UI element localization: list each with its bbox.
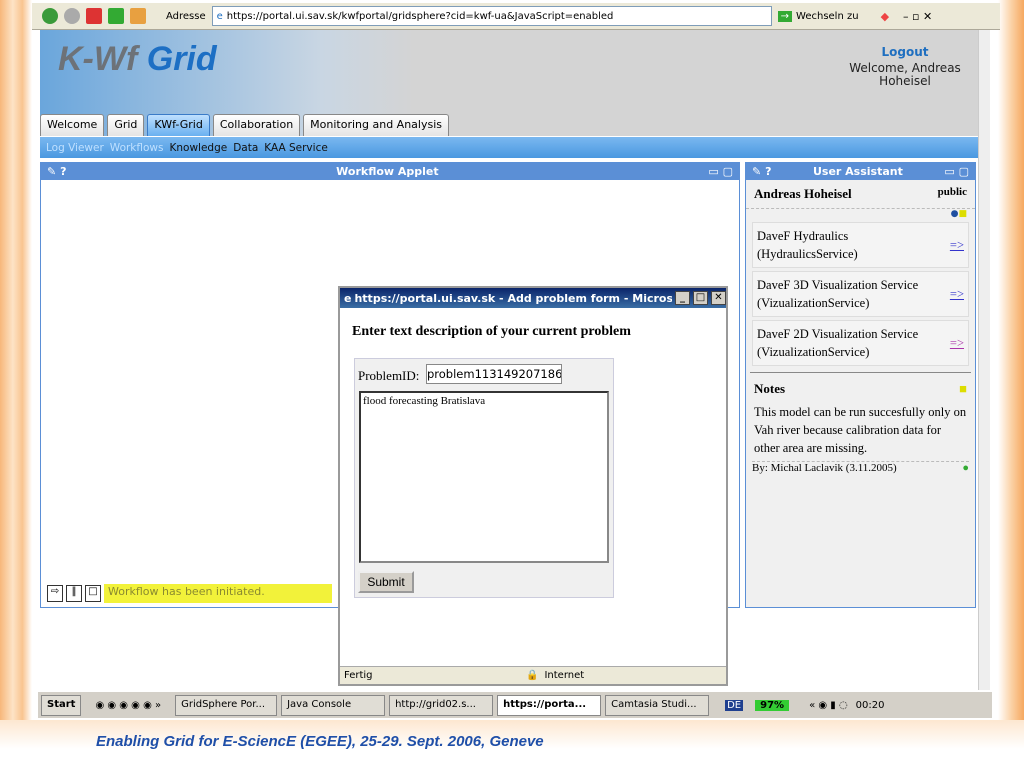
service-item[interactable]: DaveF Hydraulics (HydraulicsService) => bbox=[752, 222, 969, 268]
info-note-icons[interactable]: ●■ bbox=[746, 208, 975, 219]
portlet-title: Workflow Applet bbox=[336, 165, 439, 178]
close-button[interactable]: ✕ bbox=[711, 291, 726, 305]
portlet-title: User Assistant bbox=[812, 165, 903, 178]
service-link[interactable]: => bbox=[950, 236, 964, 254]
address-label: Adresse bbox=[166, 10, 206, 22]
nav-log-viewer[interactable]: Log Viewer bbox=[46, 142, 104, 154]
taskbar-item[interactable]: Java Console bbox=[281, 694, 386, 716]
start-button[interactable]: Start bbox=[41, 694, 82, 716]
problem-form: ProblemID: flood forecasting Bratislava … bbox=[354, 358, 614, 598]
notes-title: Notes bbox=[754, 381, 786, 396]
edit-icon[interactable]: ✎ bbox=[752, 165, 761, 178]
status-message: Workflow has been initiated. bbox=[104, 584, 332, 603]
user-name: Andreas Hoheisel bbox=[754, 186, 852, 201]
minimize-button[interactable]: _ bbox=[675, 291, 690, 305]
popup-title: https://portal.ui.sav.sk - Add problem f… bbox=[354, 291, 672, 305]
stop-icon[interactable]: □ bbox=[85, 585, 101, 602]
nav-kaa-service[interactable]: KAA Service bbox=[264, 142, 328, 154]
back-icon[interactable] bbox=[42, 8, 58, 24]
problem-id-input[interactable] bbox=[426, 364, 562, 384]
windows-logo-icon: ◆ bbox=[880, 9, 890, 23]
home-icon[interactable] bbox=[130, 8, 146, 24]
user-assistant-portlet: ✎ ? User Assistant ▭ ▢ Andreas Hoheisel pub… bbox=[745, 162, 976, 608]
ie-page-icon: e bbox=[216, 10, 223, 22]
play-icon[interactable]: ⇨ bbox=[47, 585, 63, 602]
notes-text: This model can be run succesfully only o… bbox=[754, 405, 967, 455]
service-link[interactable]: => bbox=[950, 285, 964, 303]
visibility: public bbox=[937, 186, 967, 198]
sub-nav: Log Viewer Workflows Knowledge Data KAA … bbox=[40, 137, 978, 158]
tab-welcome[interactable]: Welcome bbox=[40, 114, 105, 136]
url-text: https://portal.ui.sav.sk/kwfportal/grids… bbox=[226, 10, 614, 22]
tab-kwf-grid[interactable]: KWf-Grid bbox=[147, 114, 210, 136]
window-controls[interactable]: – ▫ ✕ bbox=[903, 10, 932, 23]
address-bar[interactable]: e https://portal.ui.sav.sk/kwfportal/grid… bbox=[211, 6, 772, 26]
kwf-grid-logo: K-Wf Grid bbox=[58, 40, 217, 78]
nav-data[interactable]: Data bbox=[233, 142, 258, 154]
popup-status-bar: Fertig 🔒 Internet bbox=[340, 666, 726, 684]
language-indicator[interactable]: DE bbox=[725, 699, 744, 711]
stop-icon[interactable] bbox=[86, 8, 102, 24]
note-icon[interactable]: ■ bbox=[959, 381, 967, 397]
tab-monitoring[interactable]: Monitoring and Analysis bbox=[303, 114, 450, 136]
status-text: Fertig bbox=[344, 670, 373, 681]
arrow-right-icon: → bbox=[777, 10, 793, 22]
forward-icon[interactable] bbox=[64, 8, 80, 24]
go-button[interactable]: → Wechseln zu bbox=[777, 10, 859, 22]
taskbar-item[interactable]: http://grid02.s... bbox=[389, 694, 494, 716]
service-item[interactable]: DaveF 2D Visualization Service (Vizualiz… bbox=[752, 320, 969, 366]
user-box: Logout Welcome, Andreas Hoheisel bbox=[840, 46, 970, 88]
pause-icon[interactable]: ‖ bbox=[66, 585, 82, 602]
page-scrollbar[interactable] bbox=[978, 30, 990, 690]
browser-toolbar: Adresse e https://portal.ui.sav.sk/kwfpor… bbox=[32, 3, 1000, 30]
refresh-icon[interactable] bbox=[108, 8, 124, 24]
taskbar-item[interactable]: GridSphere Por... bbox=[175, 694, 278, 716]
workflow-status-bar: ⇨ ‖ □ Workflow has been initiated. bbox=[47, 584, 332, 603]
nav-knowledge[interactable]: Knowledge bbox=[169, 142, 227, 154]
description-textarea[interactable]: flood forecasting Bratislava bbox=[359, 391, 609, 563]
slide-border-right bbox=[998, 0, 1024, 768]
notes-author: By: Michal Laclavik (3.11.2005) bbox=[752, 462, 897, 474]
taskbar-item[interactable]: Camtasia Studi... bbox=[605, 694, 710, 716]
minimize-icon[interactable]: ▭ ▢ bbox=[944, 165, 969, 178]
add-problem-popup: e https://portal.ui.sav.sk - Add problem … bbox=[338, 286, 728, 686]
go-label: Wechseln zu bbox=[796, 10, 859, 22]
quicklaunch-icons[interactable]: ◉ ◉ ◉ ◉ ◉ » bbox=[95, 700, 161, 711]
service-item[interactable]: DaveF 3D Visualization Service (Vizualiz… bbox=[752, 271, 969, 317]
submit-button[interactable]: Submit bbox=[358, 571, 414, 593]
service-link[interactable]: => bbox=[950, 334, 964, 352]
battery-indicator[interactable]: 97% bbox=[755, 699, 790, 711]
clock: 00:20 bbox=[855, 699, 885, 711]
tab-grid[interactable]: Grid bbox=[107, 114, 145, 136]
status-dot-icon: ● bbox=[962, 462, 969, 474]
maximize-button[interactable]: □ bbox=[693, 291, 708, 305]
ie-icon: e bbox=[344, 291, 352, 305]
zone-text: Internet bbox=[544, 670, 585, 681]
taskbar-item[interactable]: https://porta... bbox=[497, 694, 602, 716]
slide-caption: Enabling Grid for E-SciencE (EGEE), 25-2… bbox=[96, 733, 544, 750]
problem-id-label: ProblemID: bbox=[358, 368, 420, 383]
tray-icons[interactable]: « ◉ ▮ ◌ bbox=[809, 700, 848, 711]
minimize-icon[interactable]: ▭ ▢ bbox=[708, 165, 733, 178]
welcome-text: Welcome, Andreas Hoheisel bbox=[849, 61, 961, 88]
logout-link[interactable]: Logout bbox=[840, 46, 970, 59]
nav-workflows[interactable]: Workflows bbox=[110, 142, 164, 154]
tab-collaboration[interactable]: Collaboration bbox=[212, 114, 301, 136]
edit-icon[interactable]: ✎ bbox=[47, 165, 56, 178]
popup-heading: Enter text description of your current p… bbox=[352, 324, 631, 339]
slide-border-left bbox=[0, 0, 32, 768]
taskbar: Start ◉ ◉ ◉ ◉ ◉ » GridSphere Por... Java… bbox=[38, 692, 992, 718]
main-tabs: Welcome Grid KWf-Grid Collaboration Moni… bbox=[40, 114, 450, 136]
lock-icon: 🔒 bbox=[526, 670, 539, 681]
